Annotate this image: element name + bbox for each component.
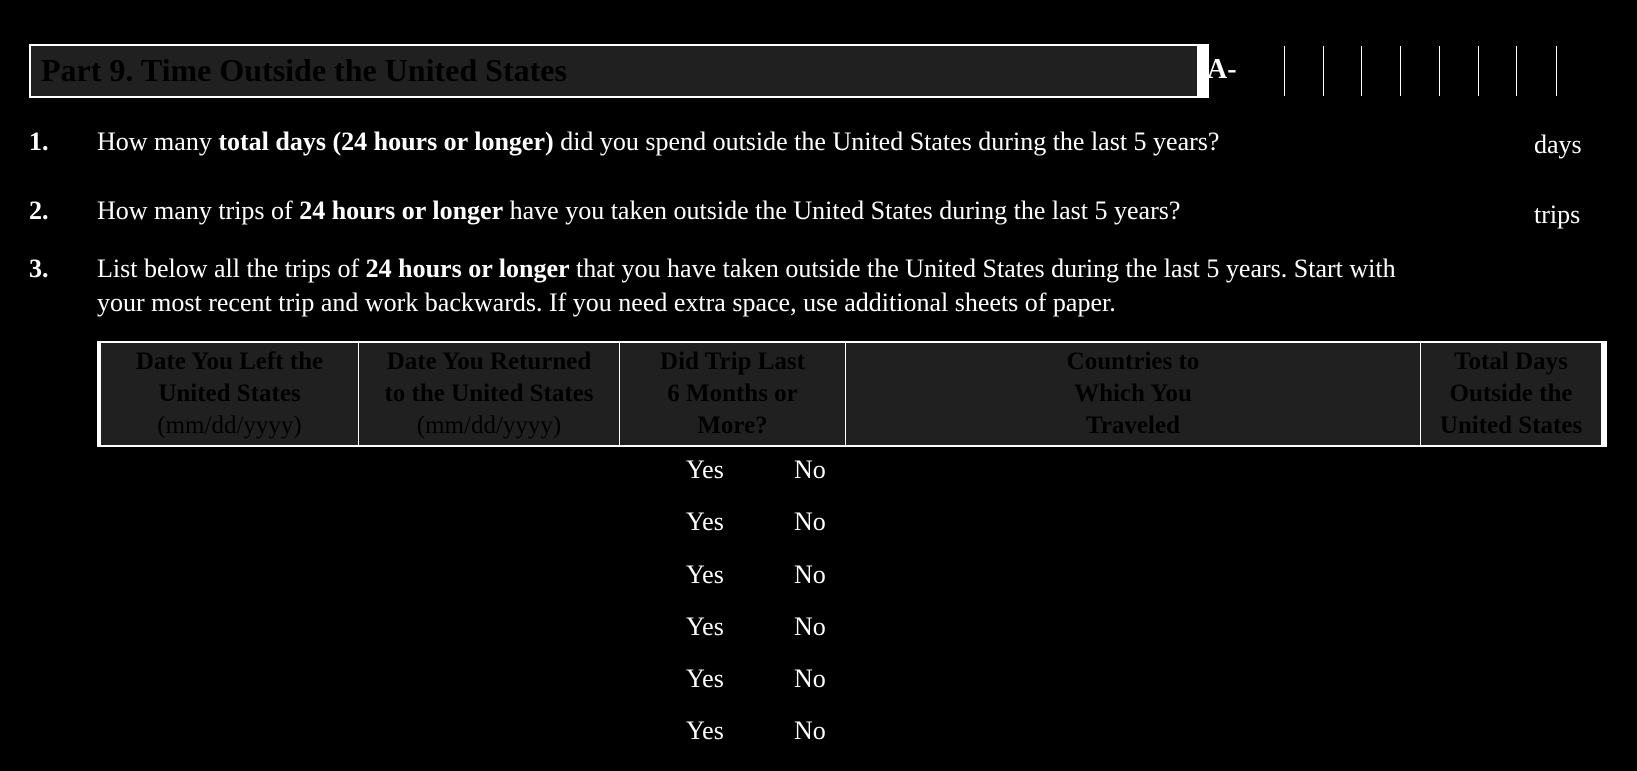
question-number: 3. [29, 254, 49, 283]
trips-table-header: Date You Left the United States (mm/dd/y… [97, 341, 1607, 447]
header-line: Traveled [1086, 412, 1180, 439]
header-sub: (mm/dd/yyyy) [416, 412, 562, 439]
a-number-label: A- [1207, 54, 1237, 85]
no-option[interactable]: No [794, 560, 826, 590]
header-line: Total Days [1454, 348, 1568, 375]
header-countries: Countries to Which You Traveled [846, 343, 1421, 445]
no-option[interactable]: No [794, 716, 826, 746]
part-title: Part 9. Time Outside the United States [41, 52, 567, 88]
header-six-months: Did Trip Last 6 Months or More? [620, 343, 846, 445]
yes-option[interactable]: Yes [686, 664, 724, 694]
bold-text: 24 hours or longer [365, 254, 570, 283]
header-line: 6 Months or [667, 380, 798, 407]
digit-divider [1439, 46, 1440, 96]
digit-divider [1323, 46, 1324, 96]
question-number: 1. [29, 127, 49, 156]
header-sub: (mm/dd/yyyy) [157, 412, 302, 439]
header-line: Which You [1074, 380, 1192, 407]
no-option[interactable]: No [794, 507, 826, 537]
text: How many [97, 127, 219, 156]
question-number: 2. [29, 196, 49, 225]
trips-unit-label[interactable]: trips [1534, 200, 1580, 230]
header-line: Outside the [1449, 380, 1573, 407]
header-line: More? [697, 412, 768, 439]
yes-option[interactable]: Yes [686, 612, 724, 642]
header-line: United States [158, 380, 301, 407]
yes-option[interactable]: Yes [686, 716, 724, 746]
header-line: Date You Returned [386, 348, 592, 375]
digit-divider [1361, 46, 1362, 96]
header-total-days: Total Days Outside the United States [1421, 343, 1601, 445]
digit-divider [1478, 46, 1479, 96]
question-2-text: How many trips of 24 hours or longer hav… [97, 196, 1180, 226]
header-line: Countries to [1066, 348, 1200, 375]
days-unit-label[interactable]: days [1534, 130, 1582, 160]
bold-text: total days (24 hours or longer) [218, 127, 554, 156]
header-line: United States [1439, 412, 1583, 439]
text: List below all the trips of [97, 254, 366, 283]
question-3-text-line2: your most recent trip and work backwards… [97, 288, 1116, 317]
yes-option[interactable]: Yes [686, 455, 724, 485]
yes-option[interactable]: Yes [686, 507, 724, 537]
question-3-text: List below all the trips of 24 hours or … [97, 254, 1396, 284]
question-1-text: How many total days (24 hours or longer)… [97, 127, 1219, 157]
no-option[interactable]: No [794, 455, 826, 485]
digit-divider [1556, 46, 1557, 96]
bold-text: 24 hours or longer [299, 196, 504, 225]
header-line: Did Trip Last [660, 348, 805, 375]
digit-divider [1400, 46, 1401, 96]
header-date-left: Date You Left the United States (mm/dd/y… [101, 343, 359, 445]
text: did you spend outside the United States … [553, 127, 1220, 156]
yes-option[interactable]: Yes [686, 560, 724, 590]
text: that you have taken outside the United S… [569, 254, 1396, 283]
no-option[interactable]: No [794, 612, 826, 642]
digit-divider [1284, 46, 1285, 96]
digit-divider [1516, 46, 1517, 96]
header-line: to the United States [384, 380, 594, 407]
header-line: Date You Left the [135, 348, 324, 375]
no-option[interactable]: No [794, 664, 826, 694]
header-date-returned: Date You Returned to the United States (… [359, 343, 620, 445]
text: have you taken outside the United States… [503, 196, 1181, 225]
part-title-box: Part 9. Time Outside the United States [29, 44, 1209, 98]
text: How many trips of [97, 196, 300, 225]
